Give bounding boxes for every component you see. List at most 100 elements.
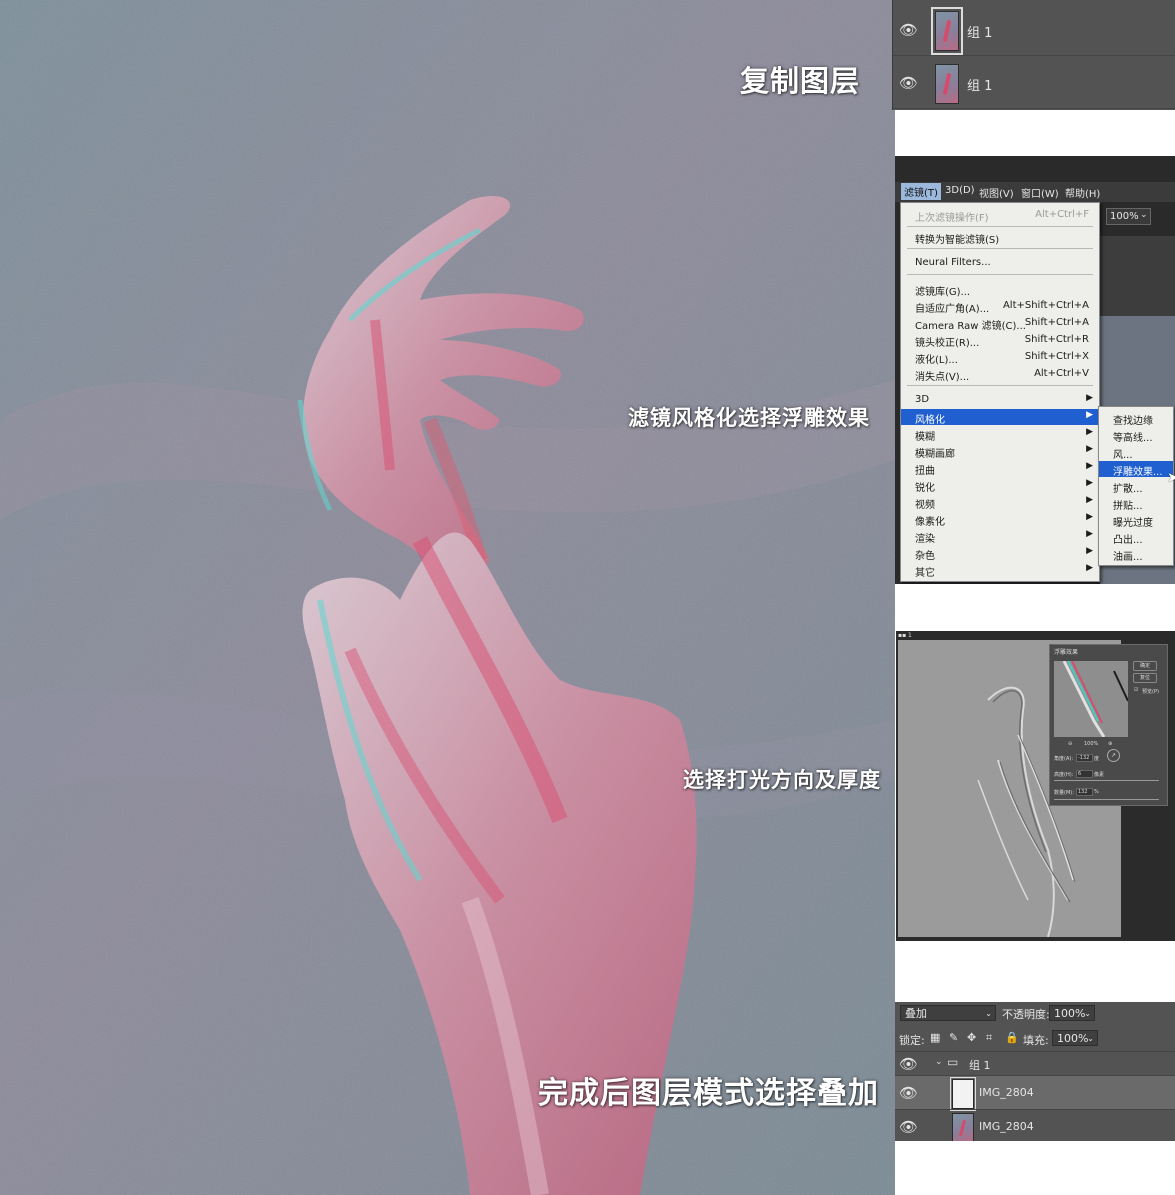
caption-light-direction: 选择打光方向及厚度	[683, 768, 881, 792]
menu-item-sharpen[interactable]: 锐化 ▶	[901, 477, 1099, 494]
menu-item-blur-gallery[interactable]: 模糊画廊 ▶	[901, 443, 1099, 460]
chevron-down-icon: ⌄	[1087, 1034, 1094, 1043]
brush-icon[interactable]: ✎	[949, 1031, 958, 1044]
blend-layers-panel: 叠加 ⌄ 不透明度: 100% ⌄ 锁定: ▦ ✎ ✥ ⌗ 🔒 填充: 100% ⌄ …	[895, 1002, 1175, 1141]
layer-thumbnail	[950, 1077, 976, 1111]
angle-label: 角度(A):	[1054, 756, 1074, 762]
layer-row[interactable]: 👁 IMG_2804	[895, 1075, 1175, 1111]
eye-icon[interactable]: 👁	[899, 1055, 918, 1073]
chevron-down-icon: ⌄	[1084, 1009, 1091, 1018]
preview-zoom: 100%	[1084, 741, 1099, 747]
menu-item-video[interactable]: 视频 ▶	[901, 494, 1099, 511]
menu-item-smart-filter[interactable]: 转换为智能滤镜(S)	[901, 229, 1099, 246]
menu-3d[interactable]: 3D(D)	[945, 185, 975, 196]
menu-item-3d[interactable]: 3D ▶	[901, 392, 1099, 408]
amount-unit: %	[1094, 789, 1099, 795]
preview-label: 预览(P)	[1142, 689, 1159, 695]
layer-row[interactable]: 👁 IMG_2804	[895, 1109, 1175, 1141]
menu-item-camera-raw[interactable]: Camera Raw 滤镜(C)... Shift+Ctrl+A	[901, 315, 1099, 332]
move-icon[interactable]: ✥	[967, 1031, 976, 1044]
group-row[interactable]: 👁 ⌄ ▭ 组 1	[895, 1051, 1175, 1076]
amount-label: 数量(M):	[1054, 790, 1074, 796]
blend-mode-select[interactable]: 叠加 ⌄	[900, 1005, 996, 1021]
filter-dropdown-menu: 上次滤镜操作(F) Alt+Ctrl+F 转换为智能滤镜(S) Neural Fi…	[900, 202, 1100, 582]
height-slider[interactable]	[1054, 780, 1159, 781]
opacity-input[interactable]: 100% ⌄	[1049, 1005, 1095, 1021]
eye-icon[interactable]: 👁	[899, 1118, 918, 1136]
menu-item-liquify[interactable]: 液化(L)... Shift+Ctrl+X	[901, 349, 1099, 366]
menu-item-lens-correction[interactable]: 镜头校正(R)... Shift+Ctrl+R	[901, 332, 1099, 349]
submenu-item-emboss[interactable]: 浮雕效果...	[1099, 461, 1173, 478]
lock-icon[interactable]: 🔒	[1005, 1031, 1019, 1044]
menu-bar: 滤镜(T) 3D(D) 视图(V) 窗口(W) 帮助(H)	[895, 182, 1175, 202]
menu-item-blur[interactable]: 模糊 ▶	[901, 426, 1099, 443]
menu-item-adaptive-wide-angle[interactable]: 自适应广角(A)... Alt+Shift+Ctrl+A	[901, 298, 1099, 315]
chevron-down-icon[interactable]: ⌄	[935, 1057, 943, 1067]
menu-item-last-filter[interactable]: 上次滤镜操作(F) Alt+Ctrl+F	[901, 207, 1099, 224]
menu-item-other[interactable]: 其它 ▶	[901, 562, 1099, 579]
lock-label: 锁定:	[899, 1034, 925, 1047]
zoom-in-icon[interactable]: ⊕	[1108, 741, 1112, 747]
menu-filter[interactable]: 滤镜(T)	[901, 183, 941, 200]
stylize-submenu: 查找边缘 等高线... 风... 浮雕效果... 扩散... 拼贴... 曝光过…	[1098, 406, 1174, 566]
mouse-cursor-icon: ➤	[1167, 470, 1175, 486]
submenu-item-extrude[interactable]: 凸出...	[1099, 529, 1173, 546]
reset-button[interactable]: 复位	[1133, 673, 1157, 683]
eye-icon[interactable]: 👁	[899, 74, 918, 92]
layers-panel: 👁 组 1 👁 组 1	[892, 0, 1175, 110]
amount-input[interactable]: 132	[1076, 788, 1093, 796]
fill-label: 填充:	[1023, 1034, 1049, 1047]
group-name: 组 1	[969, 1059, 991, 1072]
submenu-item-solarize[interactable]: 曝光过度	[1099, 512, 1173, 529]
menu-item-vanishing-point[interactable]: 消失点(V)... Alt+Ctrl+V	[901, 366, 1099, 383]
menu-item-filter-gallery[interactable]: 滤镜库(G)...	[901, 281, 1099, 298]
hands-painting-svg	[0, 0, 895, 1195]
angle-unit: 度	[1094, 756, 1100, 762]
angle-dial-icon[interactable]: ↗	[1107, 749, 1120, 762]
document-tab-icon[interactable]: ▪▪ 1	[898, 632, 912, 639]
height-input[interactable]: 6	[1076, 770, 1093, 778]
angle-input[interactable]: -132	[1076, 754, 1093, 762]
submenu-item-wind[interactable]: 风...	[1099, 444, 1173, 461]
menu-item-distort[interactable]: 扭曲 ▶	[901, 460, 1099, 477]
eye-icon[interactable]: 👁	[899, 21, 918, 39]
menu-item-stylize[interactable]: 风格化 ▶	[901, 409, 1099, 426]
menu-item-render[interactable]: 渲染 ▶	[901, 528, 1099, 545]
crop-icon[interactable]: ⌗	[986, 1031, 992, 1045]
submenu-item-contour[interactable]: 等高线...	[1099, 427, 1173, 444]
lock-transparent-icon[interactable]: ▦	[930, 1031, 940, 1044]
menu-item-pixelate[interactable]: 像素化 ▶	[901, 511, 1099, 528]
filter-menu-panel: 滤镜(T) 3D(D) 视图(V) 窗口(W) 帮助(H) 100% ⌄ 上次滤…	[895, 156, 1175, 584]
menu-window[interactable]: 窗口(W)	[1021, 185, 1059, 200]
chevron-down-icon[interactable]: ⌄	[1140, 210, 1148, 220]
chevron-down-icon: ⌄	[985, 1009, 992, 1018]
menu-help[interactable]: 帮助(H)	[1065, 185, 1100, 200]
height-unit: 像素	[1094, 772, 1105, 778]
submenu-item-tiles[interactable]: 拼贴...	[1099, 495, 1173, 512]
layer-row[interactable]: 👁 组 1	[893, 58, 1175, 109]
dialog-title: 浮雕效果	[1054, 649, 1079, 656]
menu-item-noise[interactable]: 杂色 ▶	[901, 545, 1099, 562]
layer-name: IMG_2804	[979, 1086, 1034, 1099]
amount-slider[interactable]	[1054, 799, 1159, 800]
caption-overlay-mode: 完成后图层模式选择叠加	[538, 1076, 879, 1111]
menu-item-neural-filters[interactable]: Neural Filters...	[901, 255, 1099, 271]
zoom-out-icon[interactable]: ⊖	[1068, 741, 1072, 747]
preview-checkbox[interactable]: ☑	[1134, 687, 1138, 693]
layer-name: 组 1	[967, 26, 993, 41]
menu-view[interactable]: 视图(V)	[979, 185, 1014, 200]
dialog-preview	[1054, 661, 1128, 737]
opacity-label: 不透明度:	[1002, 1008, 1050, 1021]
caption-duplicate-layer: 复制图层	[740, 64, 861, 98]
submenu-item-diffuse[interactable]: 扩散...	[1099, 478, 1173, 495]
ok-button[interactable]: 确定	[1133, 661, 1157, 671]
layer-thumbnail	[952, 1113, 974, 1141]
caption-filter-emboss: 滤镜风格化选择浮雕效果	[628, 406, 870, 430]
eye-icon[interactable]: 👁	[899, 1084, 918, 1102]
hands-painting	[0, 0, 895, 1195]
submenu-item-find-edges[interactable]: 查找边缘	[1099, 410, 1173, 427]
submenu-item-oil-paint[interactable]: 油画...	[1099, 546, 1173, 563]
layer-row[interactable]: 👁 组 1	[893, 5, 1175, 56]
fill-input[interactable]: 100% ⌄	[1052, 1030, 1098, 1046]
layer-thumbnail	[935, 64, 959, 104]
